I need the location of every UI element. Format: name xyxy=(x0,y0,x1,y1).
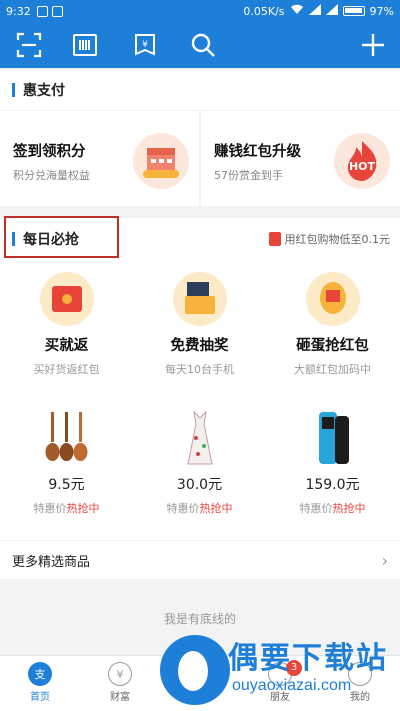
golden-egg-icon xyxy=(305,272,360,326)
product-tag: 特惠价热抢中 xyxy=(266,500,399,516)
wifi-icon xyxy=(290,4,304,18)
wealth-icon: ¥ xyxy=(108,662,132,686)
product-price: 9.5元 xyxy=(48,477,85,493)
product-price: 30.0元 xyxy=(176,477,223,493)
home-icon: 支 xyxy=(28,662,52,686)
feature-name: 免费抽奖 xyxy=(170,338,229,354)
hot-badge-text: HOT xyxy=(349,160,376,173)
redpack-promo-link[interactable]: 用红包购物低至0.1元 xyxy=(268,231,391,247)
search-icon[interactable] xyxy=(186,28,220,62)
tab-wealth[interactable]: ¥ 财富 xyxy=(80,662,160,703)
promo-title: 赚钱红包升级 xyxy=(214,144,301,160)
bill-icon[interactable]: ¥ xyxy=(128,28,162,62)
promo-title: 签到领积分 xyxy=(13,144,86,160)
tab-label: 财富 xyxy=(110,692,130,703)
status-time: 9:32 xyxy=(6,4,31,18)
red-packet-icon xyxy=(268,232,281,246)
red-envelope-icon xyxy=(39,272,94,326)
product-tag: 特惠价热抢中 xyxy=(0,500,133,516)
section-accent xyxy=(12,83,15,97)
tag-hot: 热抢中 xyxy=(199,502,233,515)
tag-hot: 热抢中 xyxy=(332,502,366,515)
product-tag: 特惠价热抢中 xyxy=(133,500,266,516)
notification-icon xyxy=(36,5,48,17)
battery-icon xyxy=(342,6,365,16)
add-icon[interactable] xyxy=(356,28,390,62)
more-products-row[interactable]: 更多精选商品 › xyxy=(0,541,400,579)
feature-smash-egg[interactable]: 砸蛋抢红包 大额红包加码中 xyxy=(266,272,399,377)
scan-icon[interactable] xyxy=(12,28,46,62)
watermark-name: 偶要下载站 xyxy=(228,641,388,676)
tag-prefix: 特惠价 xyxy=(33,502,67,515)
watermark-logo xyxy=(160,635,230,705)
promo-card-signin[interactable]: 签到领积分 积分兑海量权益 xyxy=(0,111,199,206)
tag-hot: 热抢中 xyxy=(66,502,100,515)
feature-name: 砸蛋抢红包 xyxy=(296,338,369,354)
product-phone[interactable]: 159.0元 特惠价热抢中 xyxy=(266,408,399,516)
chevron-right-icon: › xyxy=(381,550,388,570)
ukulele-image xyxy=(37,408,97,468)
calendar-icon xyxy=(133,133,189,189)
tab-label: 首页 xyxy=(30,692,50,703)
promo-subtitle: 57份赏金到手 xyxy=(214,169,283,182)
promo-card-redpack[interactable]: 赚钱红包升级 57份赏金到手 HOT xyxy=(201,111,400,206)
feature-desc: 大额红包加码中 xyxy=(294,363,371,376)
watermark: 偶要下载站 ouyaoxiazai.com xyxy=(160,625,400,711)
hot-flame-icon: HOT xyxy=(334,133,390,189)
dress-image xyxy=(170,408,230,468)
signal-icon xyxy=(308,4,321,18)
feature-buy-return[interactable]: 买就返 买好货返红包 xyxy=(0,272,133,377)
promo-subtitle: 积分兑海量权益 xyxy=(13,169,90,182)
battery-percent: 97% xyxy=(369,4,394,18)
barcode-icon[interactable] xyxy=(68,28,102,62)
feature-free-lottery[interactable]: 免费抽奖 每天10台手机 xyxy=(133,272,266,377)
phone-image xyxy=(303,408,363,468)
feature-name: 买就返 xyxy=(44,338,89,354)
section-title: 惠支付 xyxy=(23,83,65,99)
redpack-promo-text: 用红包购物低至0.1元 xyxy=(284,233,391,246)
tag-prefix: 特惠价 xyxy=(299,502,333,515)
network-speed: 0.05K/s xyxy=(243,4,285,18)
daily-grid: 买就返 买好货返红包 免费抽奖 每天10台手机 砸蛋抢红包 大额红包加码中 9.… xyxy=(0,260,400,540)
signal-icon xyxy=(325,4,338,18)
feature-desc: 买好货返红包 xyxy=(33,363,100,376)
section-header: 惠支付 xyxy=(0,70,400,110)
highlight-annotation xyxy=(4,216,119,258)
tag-prefix: 特惠价 xyxy=(166,502,200,515)
product-ukulele[interactable]: 9.5元 特惠价热抢中 xyxy=(0,408,133,516)
notification-icon xyxy=(51,5,63,17)
gift-box-icon xyxy=(172,272,227,326)
tab-home[interactable]: 支 首页 xyxy=(0,662,80,703)
product-dress[interactable]: 30.0元 特惠价热抢中 xyxy=(133,408,266,516)
status-bar: 9:32 0.05K/s 97% xyxy=(0,0,400,22)
watermark-url: ouyaoxiazai.com xyxy=(232,677,352,694)
more-products-label: 更多精选商品 xyxy=(12,554,91,570)
top-toolbar: ¥ xyxy=(0,22,400,68)
product-price: 159.0元 xyxy=(305,477,360,493)
feature-desc: 每天10台手机 xyxy=(165,363,234,376)
svg-text:¥: ¥ xyxy=(142,40,148,50)
